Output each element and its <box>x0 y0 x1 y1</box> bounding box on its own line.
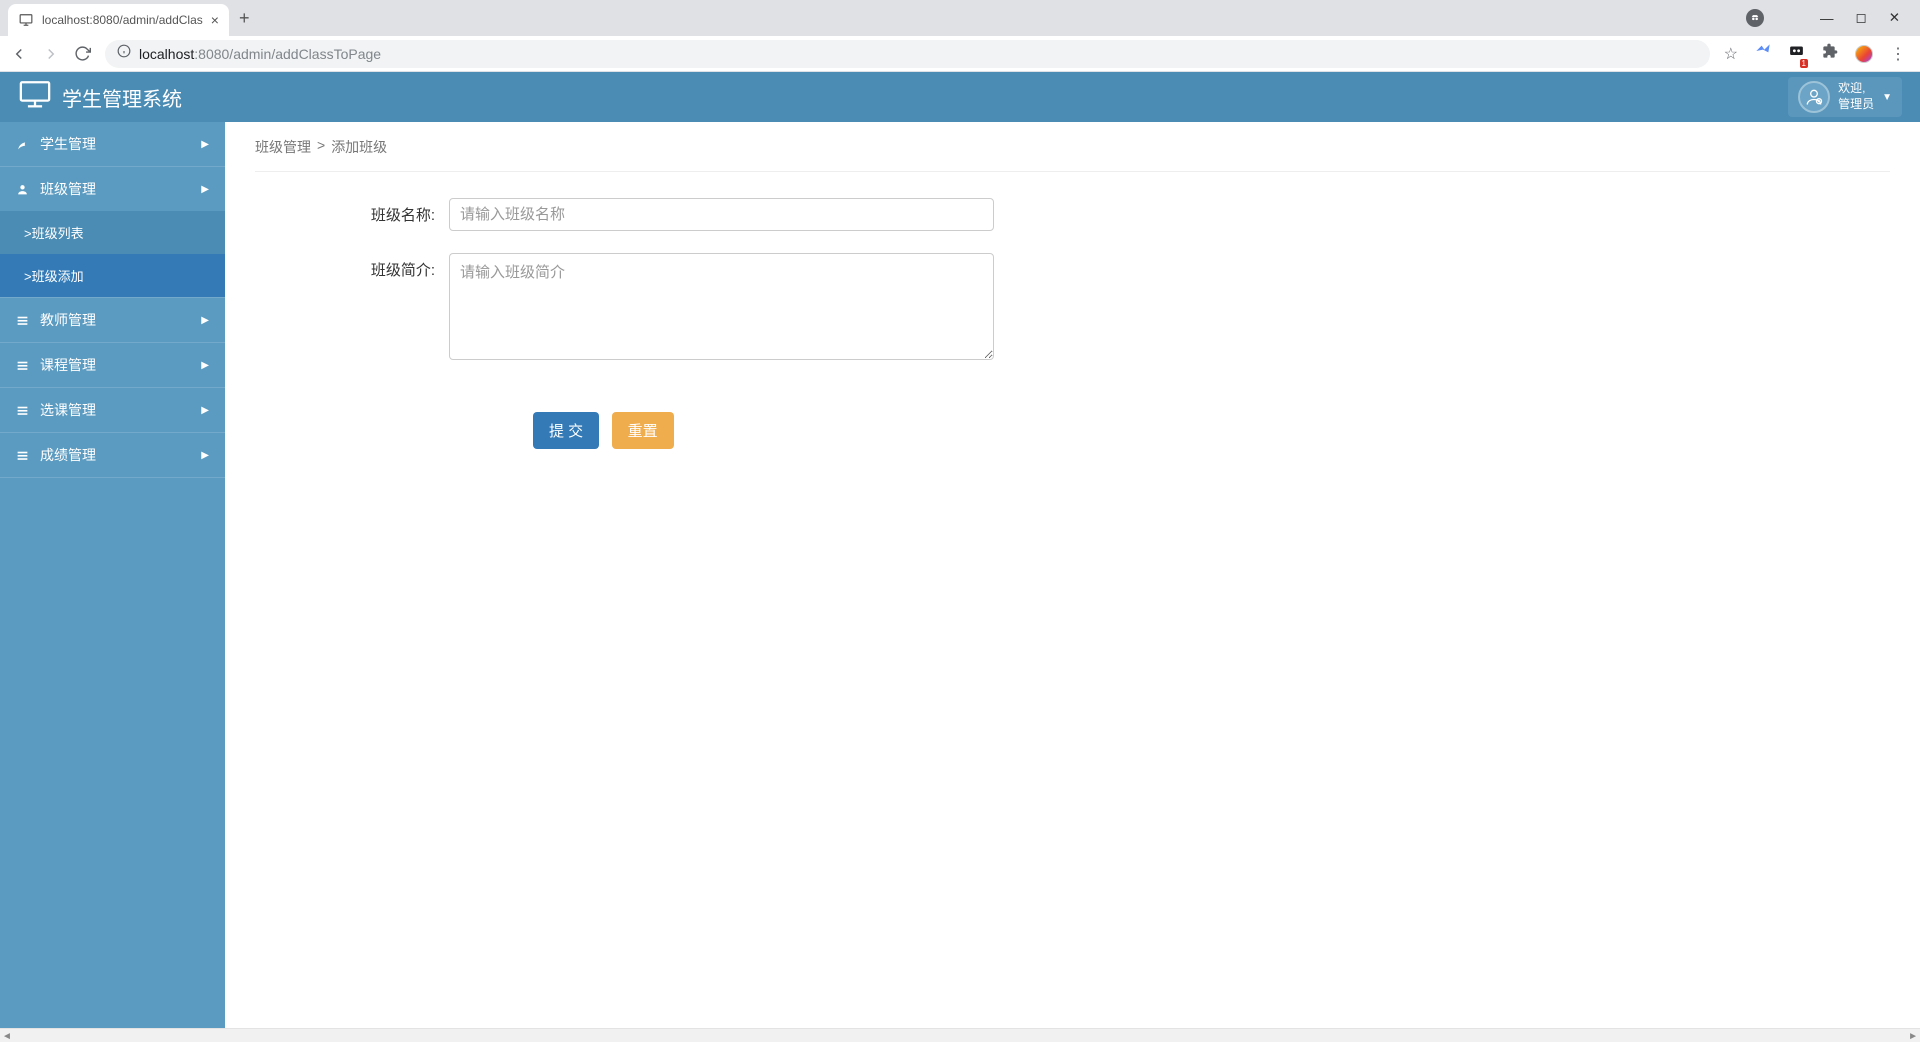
form-row-class-name: 班级名称: <box>339 198 1890 231</box>
list-icon <box>16 359 32 372</box>
chevron-right-icon: ▶ <box>201 405 209 416</box>
back-icon[interactable] <box>10 45 28 63</box>
class-name-input[interactable] <box>449 198 994 231</box>
sidebar-item-class[interactable]: 班级管理 ▶ <box>0 166 225 211</box>
window-controls: — ◻ ✕ <box>1746 9 1920 27</box>
sidebar-label: 班级管理 <box>40 179 96 199</box>
user-welcome-text: 欢迎, 管理员 <box>1838 81 1874 112</box>
chevron-right-icon: ▶ <box>201 184 209 195</box>
caret-down-icon: ▼ <box>1882 92 1892 103</box>
scroll-left-icon[interactable]: ◄ <box>2 1031 12 1042</box>
list-icon <box>16 449 32 462</box>
class-name-label: 班级名称: <box>339 198 449 231</box>
reset-button[interactable]: 重置 <box>612 412 674 449</box>
chevron-right-icon: ▶ <box>201 315 209 326</box>
sidebar-label: 成绩管理 <box>40 445 96 465</box>
window-close-icon[interactable]: ✕ <box>1889 10 1900 26</box>
list-icon <box>16 404 32 417</box>
address-bar[interactable]: localhost:8080/admin/addClassToPage <box>105 40 1710 68</box>
sidebar-item-student[interactable]: 学生管理 ▶ <box>0 122 225 166</box>
chevron-right-icon: ▶ <box>201 450 209 461</box>
profile-avatar-icon[interactable] <box>1855 45 1873 63</box>
reload-icon[interactable] <box>74 45 91 62</box>
close-icon[interactable]: × <box>211 12 219 28</box>
extension-notify-icon[interactable]: 1 <box>1788 43 1805 65</box>
form: 班级名称: 班级简介: 提 交 重置 <box>255 172 1890 449</box>
form-row-class-desc: 班级简介: <box>339 253 1890 360</box>
breadcrumb-separator: > <box>317 137 325 157</box>
list-icon <box>16 314 32 327</box>
leaf-icon <box>16 138 32 151</box>
class-desc-label: 班级简介: <box>339 253 449 360</box>
user-avatar-icon <box>1798 81 1830 113</box>
user-menu[interactable]: 欢迎, 管理员 ▼ <box>1788 77 1902 117</box>
monitor-icon <box>18 12 34 28</box>
new-tab-button[interactable]: + <box>229 8 260 29</box>
bookmark-icon[interactable]: ☆ <box>1724 44 1738 64</box>
sidebar-label: 选课管理 <box>40 400 96 420</box>
site-info-icon[interactable] <box>117 44 131 63</box>
submit-button[interactable]: 提 交 <box>533 412 599 449</box>
extension-thunder-icon[interactable] <box>1755 43 1771 64</box>
app-title: 学生管理系统 <box>62 83 182 112</box>
sidebar-subitem-class-add[interactable]: >班级添加 <box>0 254 225 297</box>
extensions-icon[interactable] <box>1822 43 1838 64</box>
tab-bar: localhost:8080/admin/addClas × + — ◻ ✕ <box>0 0 1920 36</box>
breadcrumb-current: 添加班级 <box>331 137 387 157</box>
class-desc-textarea[interactable] <box>449 253 994 360</box>
sidebar-subitem-class-list[interactable]: >班级列表 <box>0 211 225 254</box>
scroll-right-icon[interactable]: ► <box>1908 1031 1918 1042</box>
navigation-bar: localhost:8080/admin/addClassToPage ☆ 1 … <box>0 36 1920 72</box>
browser-chrome: localhost:8080/admin/addClas × + — ◻ ✕ l… <box>0 0 1920 72</box>
browser-tab[interactable]: localhost:8080/admin/addClas × <box>8 4 229 36</box>
browser-menu-icon[interactable]: ⋮ <box>1890 44 1906 64</box>
breadcrumb: 班级管理 > 添加班级 <box>255 137 1890 172</box>
chevron-right-icon: ▶ <box>201 360 209 371</box>
sidebar-item-elective[interactable]: 选课管理 ▶ <box>0 387 225 432</box>
sidebar-label: 学生管理 <box>40 134 96 154</box>
chevron-right-icon: ▶ <box>201 139 209 150</box>
sidebar-label: 课程管理 <box>40 355 96 375</box>
sidebar-submenu: >班级列表 >班级添加 <box>0 211 225 297</box>
forward-icon[interactable] <box>42 45 60 63</box>
sidebar: 学生管理 ▶ 班级管理 ▶ >班级列表 >班级添加 教师管理 ▶ 课程管理 ▶ … <box>0 122 225 1042</box>
form-actions: 提 交 重置 <box>339 412 1890 449</box>
main-content: 班级管理 > 添加班级 班级名称: 班级简介: 提 交 重置 <box>225 122 1920 1042</box>
extension-icons: ☆ 1 ⋮ <box>1724 43 1910 65</box>
url-text: localhost:8080/admin/addClassToPage <box>139 46 381 62</box>
app-header: 学生管理系统 欢迎, 管理员 ▼ <box>0 72 1920 122</box>
breadcrumb-parent[interactable]: 班级管理 <box>255 137 311 157</box>
sidebar-item-teacher[interactable]: 教师管理 ▶ <box>0 297 225 342</box>
maximize-icon[interactable]: ◻ <box>1855 10 1866 26</box>
sidebar-label: 教师管理 <box>40 310 96 330</box>
incognito-icon <box>1746 9 1764 27</box>
app-logo-icon <box>18 78 52 117</box>
user-icon <box>16 183 32 196</box>
tab-title: localhost:8080/admin/addClas <box>42 13 203 27</box>
layout: 学生管理 ▶ 班级管理 ▶ >班级列表 >班级添加 教师管理 ▶ 课程管理 ▶ … <box>0 122 1920 1042</box>
minimize-icon[interactable]: — <box>1820 11 1834 26</box>
horizontal-scrollbar[interactable]: ◄ ► <box>0 1028 1920 1042</box>
sidebar-item-course[interactable]: 课程管理 ▶ <box>0 342 225 387</box>
sidebar-item-grade[interactable]: 成绩管理 ▶ <box>0 432 225 478</box>
